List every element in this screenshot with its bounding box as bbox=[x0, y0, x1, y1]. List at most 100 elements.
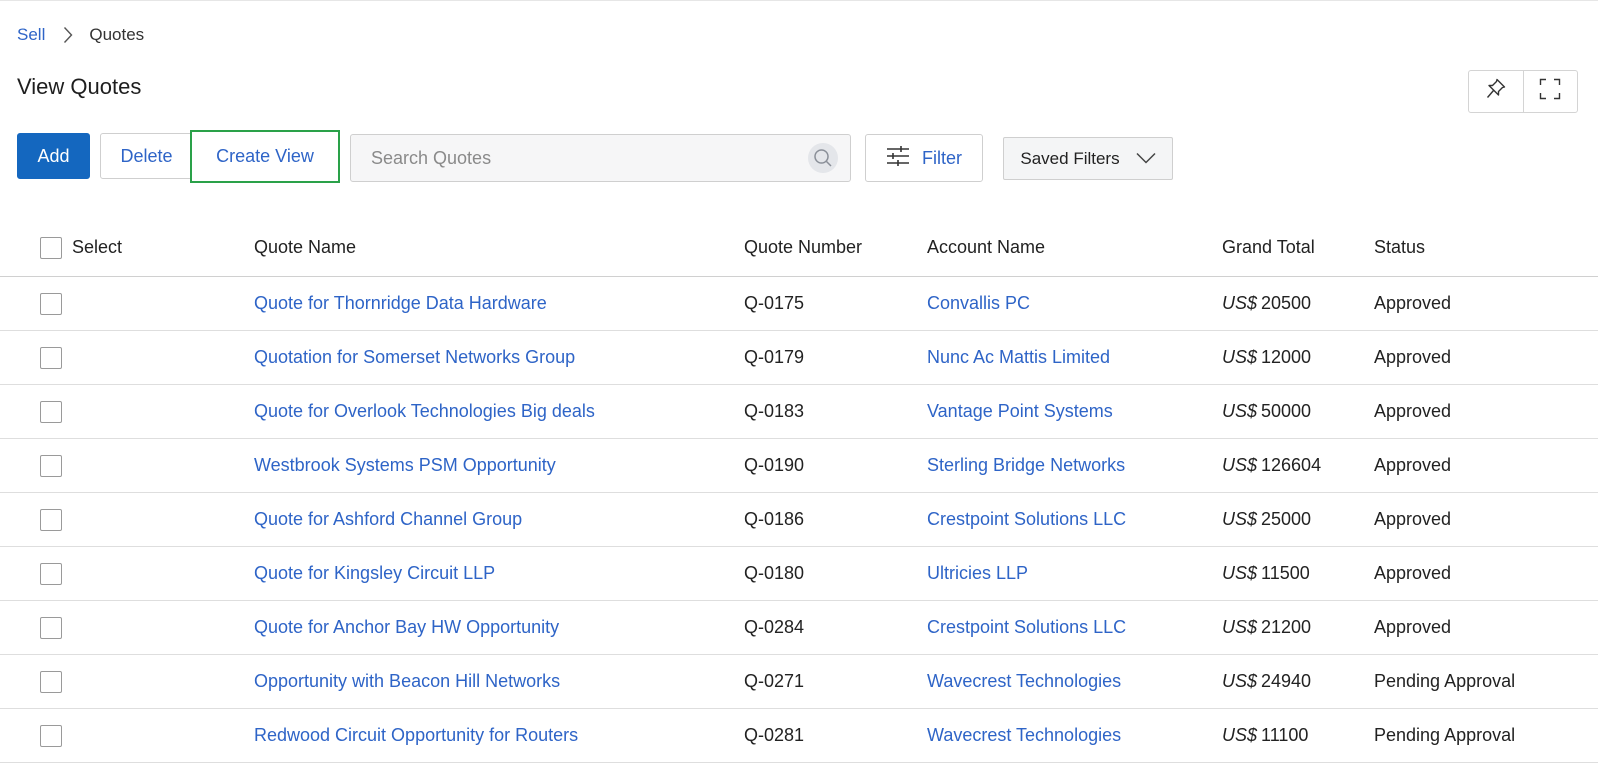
account-name-link[interactable]: Crestpoint Solutions LLC bbox=[927, 601, 1126, 654]
account-name-link[interactable]: Sterling Bridge Networks bbox=[927, 439, 1125, 492]
chevron-down-icon bbox=[1136, 149, 1156, 169]
row-checkbox[interactable] bbox=[40, 508, 62, 531]
quote-name-link[interactable]: Quotation for Somerset Networks Group bbox=[254, 331, 575, 384]
quote-number: Q-0180 bbox=[744, 563, 805, 583]
search-icon[interactable] bbox=[808, 143, 838, 173]
grand-total: US$ 21200 bbox=[1222, 601, 1311, 654]
grand-total-value: 12000 bbox=[1261, 347, 1312, 367]
filter-button[interactable]: Filter bbox=[865, 134, 983, 182]
quotes-table: Select Quote Name Quote Number Account N… bbox=[0, 219, 1598, 763]
account-name-link[interactable]: Ultricies LLP bbox=[927, 547, 1028, 600]
table-row: Westbrook Systems PSM Opportunity Q-0190… bbox=[0, 439, 1598, 493]
row-checkbox[interactable] bbox=[40, 670, 62, 693]
row-checkbox[interactable] bbox=[40, 400, 62, 423]
quote-name-link[interactable]: Westbrook Systems PSM Opportunity bbox=[254, 439, 556, 492]
quote-name-link[interactable]: Quote for Thornridge Data Hardware bbox=[254, 277, 547, 330]
table-row: Quote for Kingsley Circuit LLP Q-0180 Ul… bbox=[0, 547, 1598, 601]
table-row: Quote for Anchor Bay HW Opportunity Q-02… bbox=[0, 601, 1598, 655]
table-header-row: Select Quote Name Quote Number Account N… bbox=[0, 219, 1598, 277]
quote-number: Q-0284 bbox=[744, 617, 805, 637]
currency-symbol: US$ bbox=[1222, 293, 1258, 313]
quote-number: Q-0175 bbox=[744, 293, 805, 313]
quote-number: Q-0190 bbox=[744, 455, 805, 475]
fullscreen-button[interactable] bbox=[1522, 71, 1578, 112]
quote-name-link[interactable]: Quote for Kingsley Circuit LLP bbox=[254, 547, 495, 600]
table-row: Quotation for Somerset Networks Group Q-… bbox=[0, 331, 1598, 385]
row-checkbox[interactable] bbox=[40, 292, 62, 315]
row-checkbox[interactable] bbox=[40, 724, 62, 747]
grand-total: US$ 11100 bbox=[1222, 709, 1308, 762]
status-column-header[interactable]: Status bbox=[1374, 219, 1425, 276]
currency-symbol: US$ bbox=[1222, 455, 1258, 475]
pin-button[interactable] bbox=[1469, 71, 1523, 112]
create-view-button[interactable]: Create View bbox=[190, 130, 340, 183]
sliders-icon bbox=[886, 145, 910, 172]
currency-symbol: US$ bbox=[1222, 509, 1258, 529]
grand-total-value: 11500 bbox=[1261, 563, 1310, 583]
currency-symbol: US$ bbox=[1222, 563, 1258, 583]
pin-icon bbox=[1486, 78, 1506, 105]
row-checkbox[interactable] bbox=[40, 616, 62, 639]
account-name-link[interactable]: Wavecrest Technologies bbox=[927, 655, 1121, 708]
quote-name-link[interactable]: Quote for Anchor Bay HW Opportunity bbox=[254, 601, 559, 654]
quote-number: Q-0281 bbox=[744, 725, 805, 745]
saved-filters-dropdown[interactable]: Saved Filters bbox=[1003, 137, 1173, 180]
grand-total: US$ 24940 bbox=[1222, 655, 1311, 708]
grand-total: US$ 50000 bbox=[1222, 385, 1311, 438]
search-input[interactable] bbox=[351, 135, 808, 181]
status-value: Pending Approval bbox=[1374, 725, 1516, 745]
quote-name-column-header[interactable]: Quote Name bbox=[254, 219, 356, 276]
select-all-cell: Select bbox=[40, 219, 122, 276]
account-name-column-header[interactable]: Account Name bbox=[927, 219, 1045, 276]
table-row: Opportunity with Beacon Hill Networks Q-… bbox=[0, 655, 1598, 709]
row-checkbox[interactable] bbox=[40, 454, 62, 477]
view-actions-group bbox=[1468, 70, 1578, 113]
table-row: Quote for Overlook Technologies Big deal… bbox=[0, 385, 1598, 439]
quote-name-link[interactable]: Redwood Circuit Opportunity for Routers bbox=[254, 709, 578, 762]
select-all-checkbox[interactable] bbox=[40, 236, 62, 259]
grand-total: US$ 12000 bbox=[1222, 331, 1311, 384]
filter-label: Filter bbox=[922, 147, 962, 168]
table-row: Redwood Circuit Opportunity for Routers … bbox=[0, 709, 1598, 763]
currency-symbol: US$ bbox=[1222, 347, 1258, 367]
breadcrumb-current: Quotes bbox=[89, 25, 145, 44]
account-name-link[interactable]: Nunc Ac Mattis Limited bbox=[927, 331, 1110, 384]
breadcrumb-sell-link[interactable]: Sell bbox=[17, 25, 45, 45]
quote-number: Q-0179 bbox=[744, 347, 805, 367]
quote-name-link[interactable]: Quote for Ashford Channel Group bbox=[254, 493, 522, 546]
quote-name-link[interactable]: Quote for Overlook Technologies Big deal… bbox=[254, 385, 595, 438]
row-checkbox[interactable] bbox=[40, 346, 62, 369]
saved-filters-label: Saved Filters bbox=[1020, 148, 1120, 168]
grand-total-value: 11100 bbox=[1261, 725, 1309, 745]
delete-button[interactable]: Delete bbox=[100, 133, 193, 179]
breadcrumb: Sell Quotes bbox=[17, 24, 144, 46]
row-checkbox[interactable] bbox=[40, 562, 62, 585]
fullscreen-icon bbox=[1539, 78, 1561, 105]
grand-total-value: 50000 bbox=[1261, 401, 1312, 421]
grand-total: US$ 20500 bbox=[1222, 277, 1311, 330]
account-name-link[interactable]: Vantage Point Systems bbox=[927, 385, 1113, 438]
quote-number-column-header[interactable]: Quote Number bbox=[744, 219, 862, 276]
chevron-right-icon bbox=[53, 24, 83, 46]
account-name-link[interactable]: Wavecrest Technologies bbox=[927, 709, 1121, 762]
grand-total-value: 20500 bbox=[1261, 293, 1312, 313]
status-value: Approved bbox=[1374, 293, 1452, 313]
account-name-link[interactable]: Convallis PC bbox=[927, 277, 1030, 330]
quote-number: Q-0183 bbox=[744, 401, 805, 421]
grand-total-column-header[interactable]: Grand Total bbox=[1222, 219, 1315, 276]
status-value: Approved bbox=[1374, 455, 1452, 475]
status-value: Approved bbox=[1374, 617, 1452, 637]
table-row: Quote for Ashford Channel Group Q-0186 C… bbox=[0, 493, 1598, 547]
select-column-header: Select bbox=[72, 237, 123, 257]
status-value: Pending Approval bbox=[1374, 671, 1516, 691]
status-value: Approved bbox=[1374, 509, 1452, 529]
status-value: Approved bbox=[1374, 347, 1452, 367]
grand-total-value: 21200 bbox=[1261, 617, 1312, 637]
quote-number: Q-0186 bbox=[744, 509, 805, 529]
add-button[interactable]: Add bbox=[17, 133, 90, 179]
table-row: Quote for Thornridge Data Hardware Q-017… bbox=[0, 277, 1598, 331]
quote-name-link[interactable]: Opportunity with Beacon Hill Networks bbox=[254, 655, 560, 708]
grand-total-value: 126604 bbox=[1261, 455, 1322, 475]
account-name-link[interactable]: Crestpoint Solutions LLC bbox=[927, 493, 1126, 546]
grand-total: US$ 25000 bbox=[1222, 493, 1311, 546]
